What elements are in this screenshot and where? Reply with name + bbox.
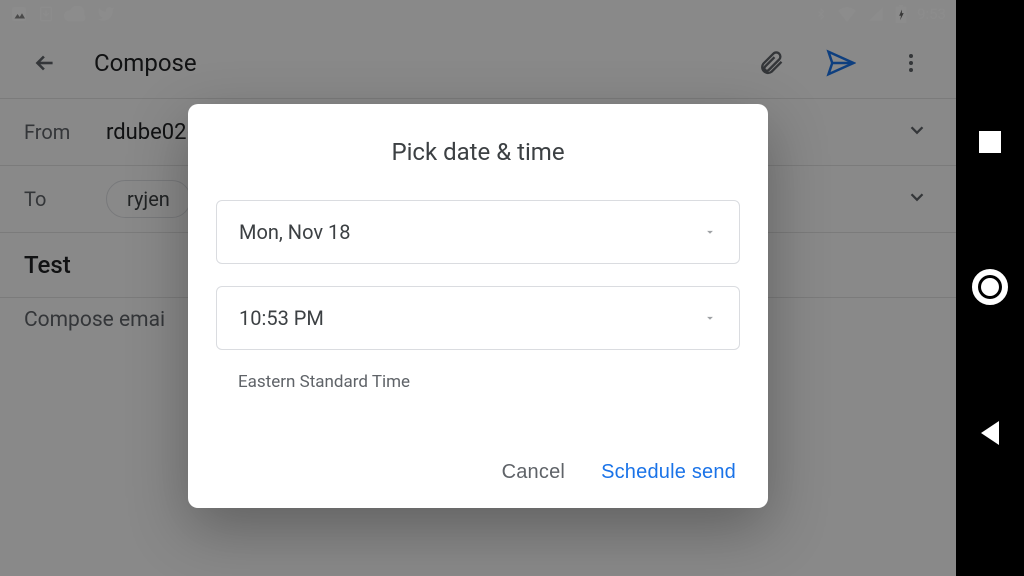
- dropdown-caret-icon: [703, 220, 717, 244]
- android-nav-bar: [956, 0, 1024, 576]
- timezone-label: Eastern Standard Time: [238, 372, 740, 392]
- dropdown-caret-icon: [703, 306, 717, 330]
- nav-back-icon[interactable]: [981, 421, 999, 445]
- date-picker-field[interactable]: Mon, Nov 18: [216, 200, 740, 264]
- time-picker-field[interactable]: 10:53 PM: [216, 286, 740, 350]
- schedule-send-button[interactable]: Schedule send: [601, 461, 736, 484]
- dialog-title: Pick date & time: [216, 138, 740, 166]
- time-value: 10:53 PM: [239, 306, 324, 330]
- date-value: Mon, Nov 18: [239, 220, 350, 244]
- nav-recent-icon[interactable]: [979, 131, 1001, 153]
- schedule-dialog: Pick date & time Mon, Nov 18 10:53 PM Ea…: [188, 104, 768, 508]
- cancel-button[interactable]: Cancel: [502, 461, 565, 484]
- nav-home-icon[interactable]: [978, 275, 1002, 299]
